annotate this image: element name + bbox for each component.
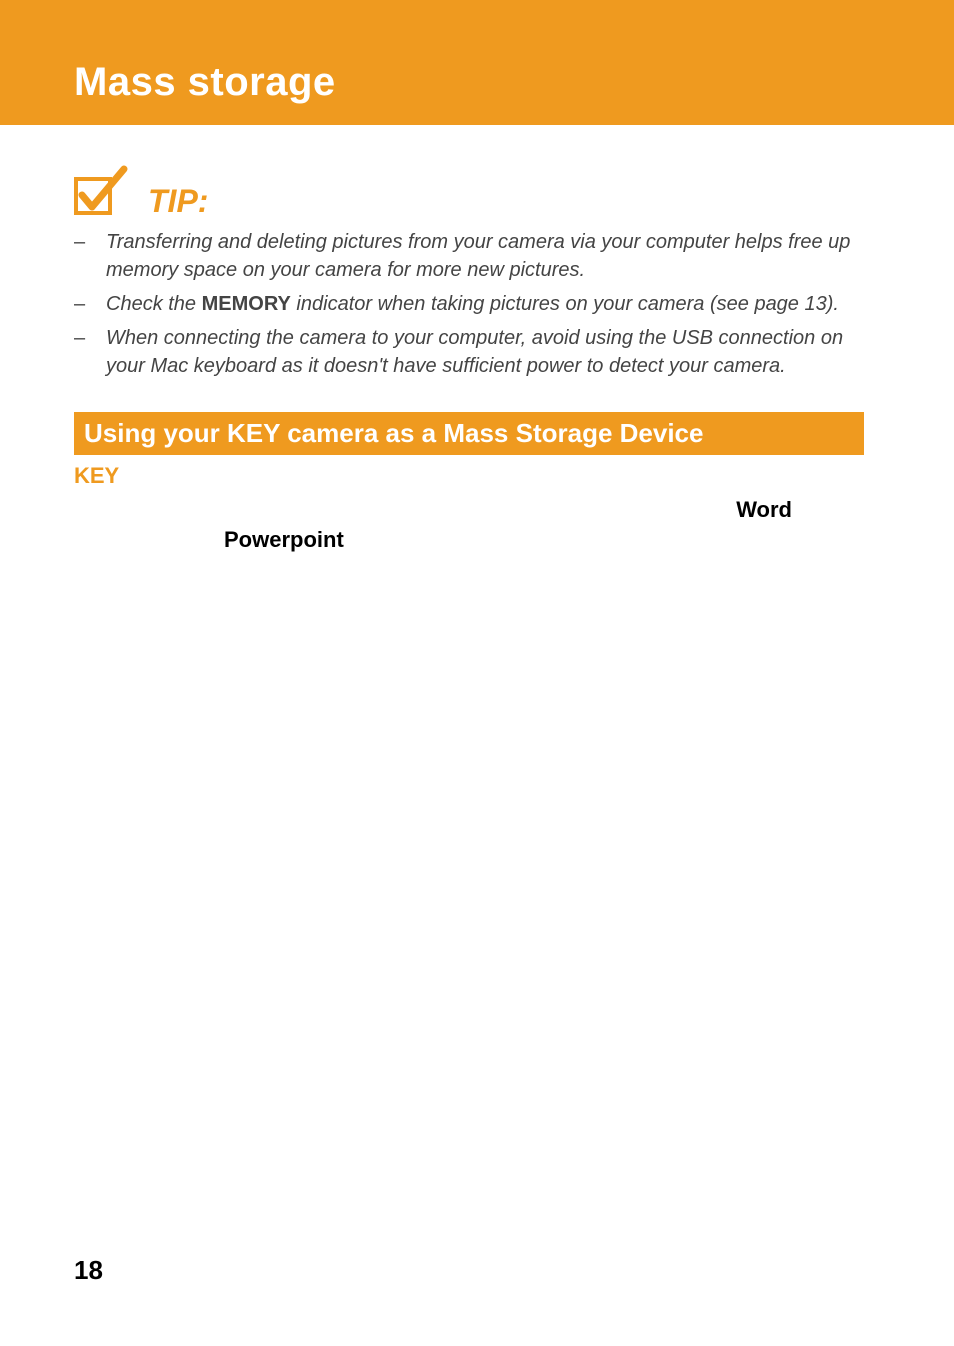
tip-item: – When connecting the camera to your com… xyxy=(74,324,880,380)
checkmark-box-icon xyxy=(74,165,130,222)
list-dash: – xyxy=(74,228,106,284)
memory-bold: MEMORY xyxy=(202,293,291,315)
page-title: Mass storage xyxy=(74,60,954,105)
header-band: Mass storage xyxy=(0,0,954,125)
tip-text-post: indicator when taking pictures on your c… xyxy=(291,293,839,315)
list-dash: – xyxy=(74,324,106,380)
powerpoint-label: Powerpoint xyxy=(224,527,344,553)
tip-list: – Transferring and deleting pictures fro… xyxy=(74,228,880,380)
tip-label: TIP: xyxy=(148,183,208,220)
list-dash: – xyxy=(74,290,106,318)
floating-words: Word Powerpoint xyxy=(74,497,880,577)
tip-item: – Check the MEMORY indicator when taking… xyxy=(74,290,880,318)
content-area: TIP: – Transferring and deleting picture… xyxy=(0,125,954,577)
tip-text-pre: Check the xyxy=(106,293,202,315)
key-label: KEY xyxy=(74,463,880,489)
tip-text: Transferring and deleting pictures from … xyxy=(106,228,880,284)
tip-header: TIP: xyxy=(74,165,880,220)
word-label: Word xyxy=(736,497,792,523)
tip-text: Check the MEMORY indicator when taking p… xyxy=(106,290,880,318)
page-number: 18 xyxy=(74,1255,103,1286)
tip-item: – Transferring and deleting pictures fro… xyxy=(74,228,880,284)
tip-text: When connecting the camera to your compu… xyxy=(106,324,880,380)
section-heading: Using your KEY camera as a Mass Storage … xyxy=(74,412,864,455)
